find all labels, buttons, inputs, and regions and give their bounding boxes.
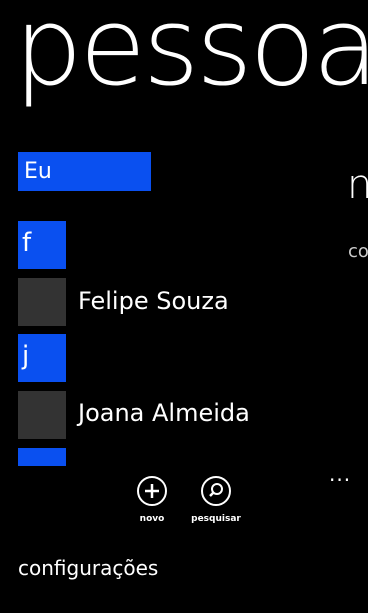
avatar[interactable]	[18, 391, 66, 439]
new-contact-label: novo	[139, 514, 165, 524]
menu-item-settings[interactable]: configurações	[18, 556, 158, 580]
more-options-button[interactable]: ...	[329, 462, 351, 486]
hub-title: pessoas	[14, 0, 368, 110]
search-button[interactable]: pesquisar	[186, 476, 246, 524]
next-pivot-title-peek[interactable]: n	[347, 165, 368, 205]
group-header-partial[interactable]	[18, 448, 66, 466]
contact-name-joana-almeida[interactable]: Joana Almeida	[78, 399, 250, 427]
people-hub-screen: pessoas Eu f Felipe Souza j Joana Almeid…	[0, 0, 368, 613]
search-icon	[201, 476, 231, 506]
search-label: pesquisar	[191, 514, 241, 524]
new-contact-button[interactable]: novo	[122, 476, 182, 524]
next-pivot-content-peek: co	[348, 241, 368, 262]
contact-name-felipe-souza[interactable]: Felipe Souza	[78, 287, 229, 315]
me-tile[interactable]: Eu	[18, 152, 151, 191]
group-header-f[interactable]: f	[18, 221, 66, 269]
avatar[interactable]	[18, 278, 66, 326]
group-header-j[interactable]: j	[18, 334, 66, 382]
add-icon	[137, 476, 167, 506]
